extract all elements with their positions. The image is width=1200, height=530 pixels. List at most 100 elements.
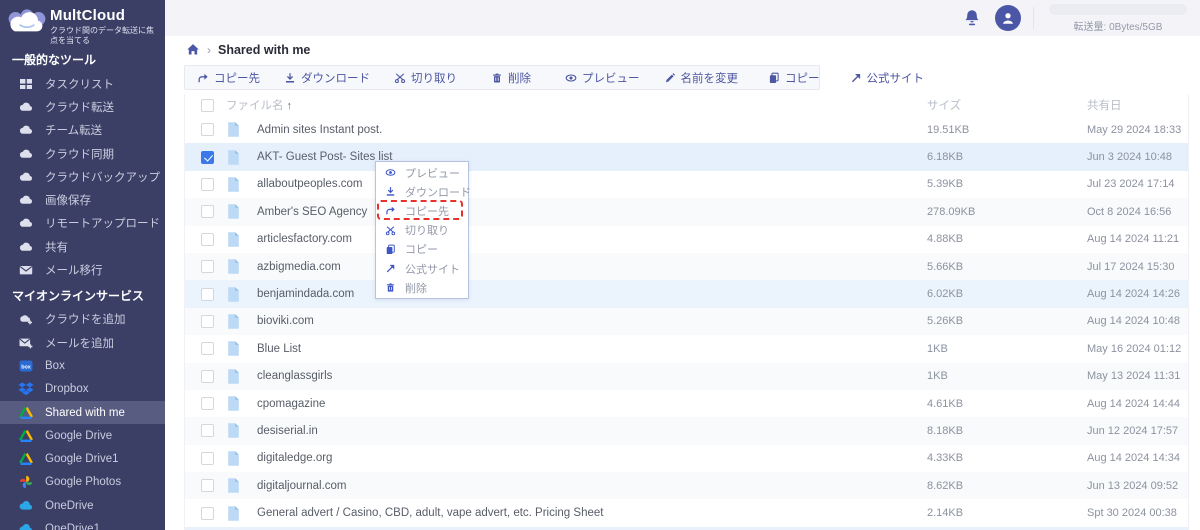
file-icon [226, 313, 241, 330]
file-size: 1KB [927, 342, 948, 355]
table-row[interactable]: allaboutpeoples.com 5.39KB Jul 23 2024 17:… [185, 171, 1188, 198]
row-checkbox[interactable] [201, 451, 214, 465]
file-icon [226, 258, 241, 275]
context-menu-item-delete[interactable]: 削除 [376, 278, 468, 297]
remote-upload-icon [18, 216, 34, 230]
official-site-icon [385, 263, 396, 274]
table-row[interactable]: Blue List 1KB May 16 2024 01:12 [185, 335, 1188, 362]
row-checkbox[interactable] [201, 232, 214, 246]
sidebar-item-label: クラウド同期 [45, 148, 114, 161]
sidebar-item-share[interactable]: 共有 [0, 235, 165, 258]
context-menu-item-cut[interactable]: 切り取り [376, 221, 468, 240]
rename-button[interactable]: 名前を変更 [652, 66, 751, 89]
row-checkbox[interactable] [201, 424, 214, 438]
context-menu-item-download[interactable]: ダウンロード [376, 182, 471, 201]
preview-button[interactable]: プレビュー [553, 66, 652, 89]
table-row-hovered[interactable]: benjamindada.com 6.02KB Aug 14 2024 14:26 [185, 280, 1188, 308]
sidebar-item-shared-with-me[interactable]: Shared with me [0, 400, 165, 425]
row-checkbox[interactable] [201, 479, 214, 493]
onedrive-logo-icon [18, 522, 34, 530]
column-header-size[interactable]: サイズ [927, 97, 961, 113]
table-row[interactable]: Amber's SEO Agency 278.09KB Oct 8 2024 16:… [185, 198, 1188, 226]
sidebar-item-cloud-backup[interactable]: クラウドバックアップ [0, 165, 165, 188]
column-header-name[interactable]: ファイル名 ↑ [226, 97, 292, 113]
context-menu-item-copy-to[interactable]: コピー先 [376, 201, 468, 220]
table-row[interactable]: cpomagazine 4.61KB Aug 14 2024 14:44 [185, 390, 1188, 417]
file-date: Aug 14 2024 14:44 [1087, 397, 1180, 410]
download-icon [385, 186, 396, 197]
table-row[interactable]: bioviki.com 5.26KB Aug 14 2024 10:48 [185, 307, 1188, 336]
row-checkbox[interactable] [201, 369, 214, 383]
sidebar-item-add-cloud[interactable]: クラウドを追加 [0, 308, 165, 331]
file-date: Jul 17 2024 15:30 [1087, 260, 1175, 273]
table-row[interactable]: General advert / Casino, CBD, adult, vap… [185, 499, 1188, 526]
table-row[interactable]: cleanglassgirls 1KB May 13 2024 11:31 [185, 362, 1188, 390]
select-all-checkbox[interactable] [201, 98, 214, 112]
user-avatar[interactable] [995, 5, 1021, 31]
copy-to-button[interactable]: コピー先 [185, 66, 272, 89]
copy-button[interactable]: コピー [750, 66, 838, 89]
user-icon [1000, 10, 1016, 26]
context-menu-item-copy[interactable]: コピー [376, 240, 468, 259]
file-icon [226, 340, 241, 357]
sidebar-item-add-mail[interactable]: メールを追加 [0, 331, 165, 354]
sidebar-item-remote-upload[interactable]: リモートアップロード [0, 212, 165, 235]
row-checkbox[interactable] [201, 287, 214, 301]
context-menu-item-official-site[interactable]: 公式サイト [376, 259, 468, 278]
notification-bell-icon[interactable] [963, 8, 981, 28]
row-checkbox[interactable] [201, 123, 214, 137]
sidebar-item-google-drive[interactable]: Google Drive [0, 424, 165, 447]
row-checkbox-checked[interactable] [201, 150, 214, 164]
context-menu-item-preview[interactable]: プレビュー [376, 163, 468, 182]
row-checkbox[interactable] [201, 205, 214, 219]
row-checkbox[interactable] [201, 314, 214, 328]
sidebar-item-google-photos[interactable]: Google Photos [0, 471, 165, 494]
delete-icon [385, 282, 396, 293]
table-row[interactable]: azbigmedia.com 5.66KB Jul 17 2024 15:30 [185, 252, 1188, 281]
table-row[interactable]: articlesfactory.com 4.88KB Aug 14 2024 11:… [185, 226, 1188, 253]
file-name: digitaljournal.com [257, 479, 347, 492]
sidebar-item-box[interactable]: Box [0, 354, 165, 377]
menu-item-label: 公式サイト [405, 263, 460, 276]
row-checkbox[interactable] [201, 506, 214, 520]
delete-button[interactable]: 削除 [469, 66, 553, 89]
table-row[interactable]: desiserial.in 8.18KB Jun 12 2024 17:57 [185, 417, 1188, 445]
file-icon [226, 203, 241, 220]
download-button[interactable]: ダウンロード [272, 66, 382, 89]
sidebar-item-mail-migration[interactable]: メール移行 [0, 258, 165, 281]
sidebar-item-onedrive[interactable]: OneDrive [0, 494, 165, 517]
file-name: Blue List [257, 342, 302, 355]
sidebar-item-dropbox[interactable]: Dropbox [0, 378, 165, 401]
official-site-button[interactable]: 公式サイト [838, 66, 937, 89]
sidebar-item-cloud-sync[interactable]: クラウド同期 [0, 142, 165, 165]
table-row[interactable]: Admin sites Instant post. 19.51KB May 29 2… [185, 116, 1188, 143]
cut-button[interactable]: 切り取り [382, 66, 469, 89]
brand-logo[interactable]: MultCloud クラウド間のデータ転送に焦点を当てる [0, 0, 165, 46]
row-checkbox[interactable] [201, 397, 214, 411]
row-checkbox[interactable] [201, 342, 214, 356]
column-header-date[interactable]: 共有日 [1087, 97, 1122, 113]
file-size: 278.09KB [927, 205, 976, 218]
sidebar-item-task-list[interactable]: タスクリスト [0, 72, 165, 95]
rename-icon [664, 72, 676, 84]
file-icon [226, 368, 241, 385]
button-label: 公式サイト [866, 72, 925, 85]
sidebar-item-cloud-transfer[interactable]: クラウド転送 [0, 95, 165, 118]
sidebar-item-label: Shared with me [45, 406, 125, 419]
row-checkbox[interactable] [201, 260, 214, 274]
sidebar-item-image-save[interactable]: 画像保存 [0, 188, 165, 211]
sidebar-item-google-drive1[interactable]: Google Drive1 [0, 447, 165, 470]
table-row-selected[interactable]: AKT- Guest Post- Sites list 6.18KB Jun 3 2… [185, 143, 1188, 171]
table-row[interactable]: digitaledge.org 4.33KB Aug 14 2024 14:34 [185, 445, 1188, 472]
button-label: 切り取り [411, 72, 457, 85]
sort-ascending-icon[interactable]: ↑ [287, 100, 293, 112]
brand-name: MultCloud [50, 7, 126, 24]
button-label: 削除 [508, 72, 531, 85]
home-icon[interactable] [186, 43, 200, 56]
file-date: Aug 14 2024 14:26 [1087, 288, 1180, 301]
row-checkbox[interactable] [201, 177, 214, 191]
sidebar-item-team-transfer[interactable]: チーム転送 [0, 119, 165, 142]
sidebar-item-onedrive1[interactable]: OneDrive1 [0, 517, 165, 530]
brand-tagline: クラウド間のデータ転送に焦点を当てる [50, 26, 154, 45]
table-row[interactable]: digitaljournal.com 8.62KB Jun 13 2024 09:5… [185, 472, 1188, 500]
